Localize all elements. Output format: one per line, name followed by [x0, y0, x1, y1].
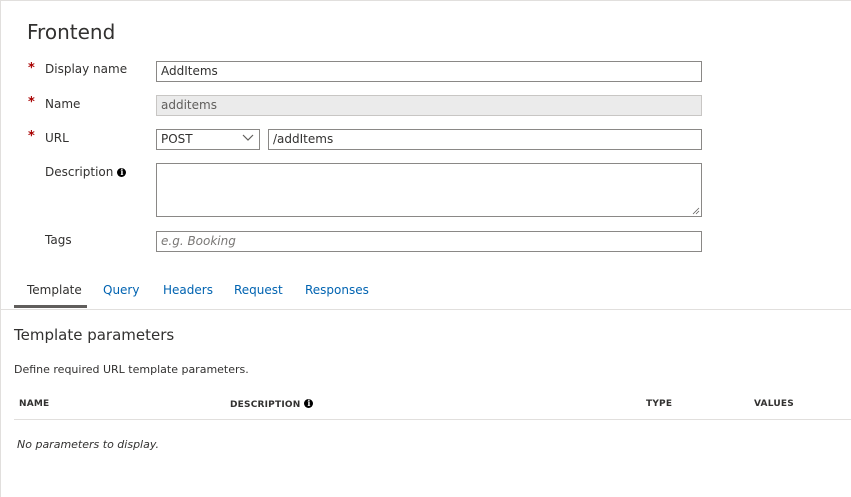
http-method-value: POST: [161, 132, 193, 146]
tags-input[interactable]: e.g. Booking: [156, 231, 702, 252]
tab-headers[interactable]: Headers: [163, 283, 213, 297]
column-header-description-text: DESCRIPTION: [230, 400, 301, 410]
frontend-panel: Frontend * Display name AddItems * Name …: [0, 0, 851, 497]
column-header-name: NAME: [19, 399, 50, 409]
required-marker: *: [28, 95, 35, 110]
required-marker: *: [28, 129, 35, 144]
info-icon[interactable]: i: [304, 399, 314, 408]
tab-query[interactable]: Query: [103, 283, 139, 297]
tab-responses[interactable]: Responses: [305, 283, 369, 297]
template-parameters-title: Template parameters: [14, 326, 175, 344]
template-parameters-description: Define required URL template parameters.: [14, 363, 249, 376]
tags-label: Tags: [45, 233, 72, 247]
section-title: Frontend: [27, 20, 116, 44]
http-method-select[interactable]: POST: [156, 129, 260, 150]
resize-handle-icon[interactable]: [692, 207, 700, 215]
table-header-divider: [14, 419, 851, 420]
description-label: Description i: [45, 165, 127, 179]
url-label: URL: [45, 131, 69, 145]
tab-request[interactable]: Request: [234, 283, 283, 297]
tab-bar: Template Query Headers Request Responses: [1, 278, 851, 310]
name-label: Name: [45, 97, 81, 111]
display-name-input[interactable]: AddItems: [156, 61, 702, 82]
active-tab-indicator: [14, 305, 87, 308]
column-header-values: VALUES: [754, 399, 794, 409]
info-icon[interactable]: i: [117, 168, 127, 177]
display-name-label: Display name: [45, 62, 128, 76]
column-header-type: TYPE: [646, 399, 673, 409]
name-input: additems: [156, 95, 702, 116]
empty-table-message: No parameters to display.: [17, 438, 159, 451]
chevron-down-icon: [242, 134, 254, 141]
description-textarea[interactable]: [156, 163, 702, 217]
url-path-input[interactable]: /addItems: [268, 129, 702, 150]
required-marker: *: [28, 61, 35, 76]
tab-template[interactable]: Template: [27, 283, 82, 297]
column-header-description: DESCRIPTION i: [230, 399, 314, 410]
description-label-text: Description: [45, 165, 114, 179]
